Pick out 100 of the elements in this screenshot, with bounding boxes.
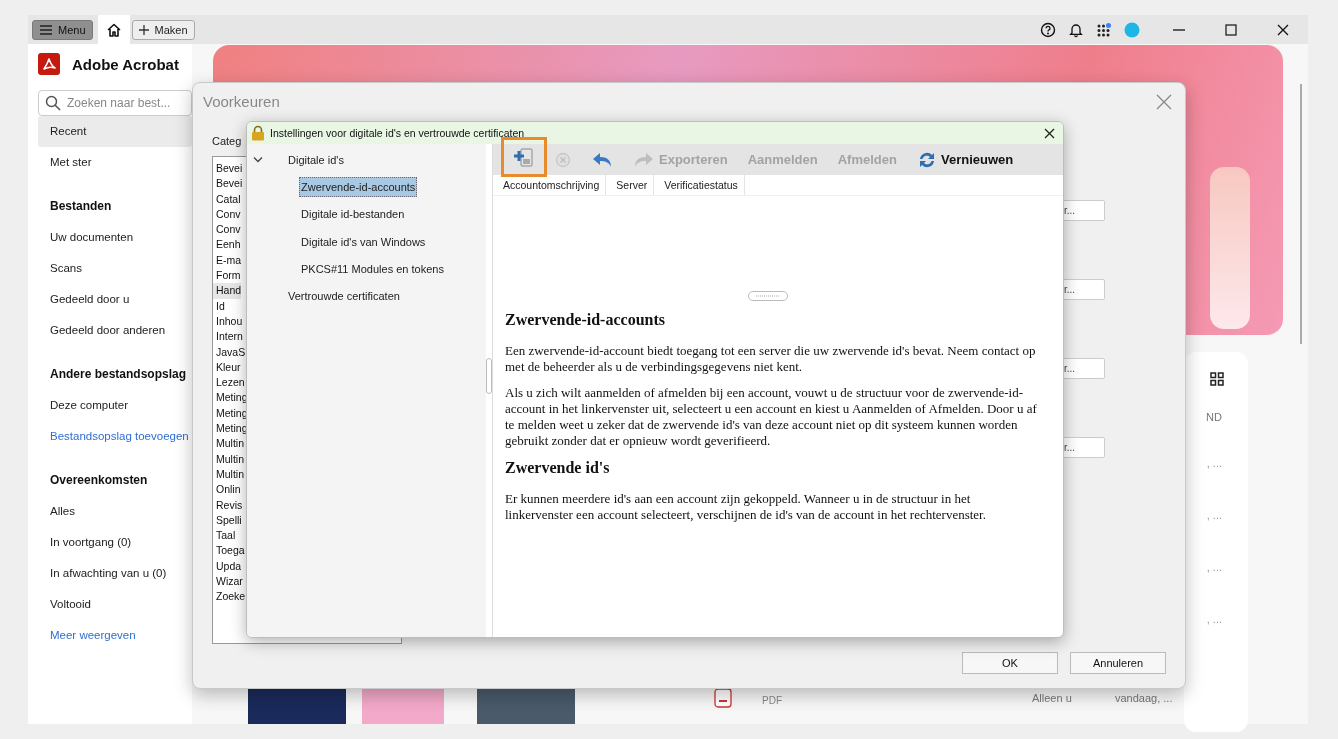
help-heading: Zwervende id's bbox=[505, 459, 611, 477]
file-date: vandaag, ... bbox=[1115, 692, 1173, 704]
dialog-title: Instellingen voor digitale id's en vertrouwde certificaten bbox=[270, 127, 526, 139]
apps-icon[interactable] bbox=[1096, 21, 1112, 38]
category-item[interactable]: Eenh bbox=[213, 237, 241, 253]
search-field[interactable]: Zoeken naar best... bbox=[38, 90, 192, 116]
category-item[interactable]: Lezen bbox=[213, 375, 245, 391]
search-icon bbox=[45, 95, 61, 111]
create-button[interactable]: Maken bbox=[131, 19, 195, 40]
home-icon bbox=[105, 21, 122, 38]
tree-item[interactable]: Digitale id's bbox=[286, 149, 346, 170]
document-thumbnail[interactable] bbox=[248, 687, 346, 724]
category-item[interactable]: Spelli bbox=[213, 512, 242, 529]
sidebar-item[interactable]: Voltooid bbox=[38, 589, 192, 620]
maximize-icon[interactable] bbox=[1224, 22, 1238, 37]
menu-button[interactable]: Menu bbox=[32, 19, 93, 40]
sidebar-item[interactable]: Uw documenten bbox=[38, 222, 192, 253]
help-paragraph: Er kunnen meerdere id's aan een account zijn gekoppeld. Wanneer u in de structuur in het linkervenster een account selecteert, verschijnen de id's van de account in het rechtervenster. bbox=[505, 491, 987, 523]
category-item[interactable]: Conv bbox=[213, 222, 241, 238]
close-icon[interactable] bbox=[1044, 127, 1055, 139]
column-header[interactable]: Accountomschrijving bbox=[493, 175, 607, 195]
section-heading: Overeenkomsten bbox=[49, 472, 149, 489]
tree-item[interactable]: PKCS#11 Modules en tokens bbox=[299, 258, 446, 279]
close-icon[interactable] bbox=[1276, 22, 1290, 37]
category-item[interactable]: Catal bbox=[213, 191, 241, 207]
sidebar-item[interactable]: Recent bbox=[38, 116, 192, 147]
tree-item[interactable]: Zwervende-id-accounts bbox=[299, 176, 418, 197]
sidebar-link[interactable]: Bestandsopslag toevoegen bbox=[38, 421, 192, 452]
forward-arrow-icon bbox=[633, 150, 655, 169]
help-paragraph: Als u zich wilt aanmelden of afmelden bij een account, vouwt u de structuur voor de zwervende-id-account in het linkervenster uit, selecteert u een account en kiest u Aanmelden of Afmelden. Door u af te melden weet u zeker dat de zwervende id's van deze account niet op dit systeem kunnen worden gebruikt zonder dat er opnieuw wordt geverifieerd. bbox=[505, 385, 1038, 449]
back-arrow-icon bbox=[591, 150, 613, 169]
lock-icon bbox=[251, 125, 265, 141]
sidebar-item[interactable]: In afwachting van u (0) bbox=[38, 558, 192, 589]
acrobat-logo-icon bbox=[38, 53, 60, 75]
app-title: Adobe Acrobat bbox=[72, 55, 179, 73]
category-item[interactable]: Multin bbox=[213, 466, 244, 483]
category-item[interactable]: Bevei bbox=[213, 161, 243, 177]
plus-icon bbox=[138, 24, 149, 35]
file-date: , ... bbox=[1206, 509, 1222, 523]
grid-view-icon[interactable] bbox=[1210, 372, 1224, 386]
pdf-file-icon bbox=[713, 688, 733, 708]
sidebar-item[interactable]: Deze computer bbox=[38, 390, 192, 421]
remove-icon bbox=[555, 151, 571, 168]
category-item[interactable]: Toega bbox=[213, 543, 245, 559]
section-heading: Andere bestandsopslag bbox=[49, 366, 188, 383]
category-item[interactable]: Zoeke bbox=[213, 589, 246, 605]
sidebar-item[interactable]: Scans bbox=[38, 253, 192, 284]
dialog-title: Voorkeuren bbox=[203, 93, 280, 110]
category-item[interactable]: Hand bbox=[213, 283, 242, 299]
category-item[interactable]: Onlin bbox=[213, 482, 241, 498]
tree-item[interactable]: Digitale id-bestanden bbox=[299, 204, 407, 225]
toolbar-button[interactable]: Vernieuwen bbox=[906, 144, 1024, 175]
category-item[interactable]: Kleur bbox=[213, 359, 241, 376]
splitter-handle-icon[interactable] bbox=[748, 291, 788, 301]
help-icon[interactable] bbox=[1040, 21, 1056, 38]
sidebar-item[interactable]: Met ster bbox=[38, 147, 192, 178]
home-tab[interactable] bbox=[97, 15, 130, 44]
category-item[interactable]: Bevei bbox=[213, 176, 243, 192]
scrollbar[interactable] bbox=[1300, 84, 1302, 344]
categories-label: Categ bbox=[212, 135, 242, 147]
category-item[interactable]: E-ma bbox=[213, 252, 242, 269]
category-item[interactable]: JavaS bbox=[213, 344, 246, 360]
category-item[interactable]: Form bbox=[213, 268, 241, 284]
file-owner: Alleen u bbox=[1032, 692, 1072, 704]
file-type: PDF bbox=[762, 695, 782, 706]
category-item[interactable]: Conv bbox=[213, 206, 241, 223]
sidebar-item[interactable]: Gedeeld door u bbox=[38, 284, 192, 315]
dialog-button[interactable]: OK bbox=[962, 652, 1058, 674]
sidebar-link[interactable]: Meer weergeven bbox=[38, 620, 192, 651]
category-item[interactable]: Taal bbox=[213, 528, 236, 544]
dialog-button[interactable]: Annuleren bbox=[1070, 652, 1166, 674]
sidebar-item[interactable]: Gedeeld door anderen bbox=[38, 315, 192, 346]
splitter-handle-icon[interactable] bbox=[486, 357, 492, 394]
category-item[interactable]: Revis bbox=[213, 497, 243, 513]
document-thumbnail[interactable] bbox=[362, 687, 444, 724]
sidebar-item[interactable]: In voortgang (0) bbox=[38, 527, 192, 558]
category-item[interactable]: Multin bbox=[213, 436, 244, 452]
tree-item[interactable]: Digitale id's van Windows bbox=[299, 231, 428, 252]
category-item[interactable]: Multin bbox=[213, 451, 244, 467]
file-date: , ... bbox=[1206, 613, 1222, 627]
help-paragraph: Een zwervende-id-account biedt toegang tot een server die uw zwervende id's bevat. Neem contact op met de beheerder als u de verbindingsgegevens niet kent. bbox=[505, 343, 1037, 375]
chevron-icon[interactable] bbox=[253, 156, 263, 164]
section-heading: Bestanden bbox=[49, 198, 113, 215]
file-date: , ... bbox=[1206, 561, 1222, 575]
category-item[interactable]: Upda bbox=[213, 558, 242, 574]
menu-icon bbox=[39, 23, 53, 36]
help-heading: Zwervende-id-accounts bbox=[505, 311, 666, 329]
bell-icon[interactable] bbox=[1068, 21, 1084, 38]
toolbar-icon-button[interactable] bbox=[503, 138, 545, 175]
category-item[interactable]: Inhou bbox=[213, 313, 243, 330]
category-item[interactable]: Intern bbox=[213, 329, 243, 345]
column-header[interactable]: Server bbox=[606, 175, 655, 195]
category-item[interactable]: Wizar bbox=[213, 574, 243, 590]
category-item[interactable]: Id bbox=[213, 298, 225, 314]
sidebar-item[interactable]: Alles bbox=[38, 496, 192, 527]
photo-placeholder[interactable] bbox=[477, 687, 575, 724]
column-header: ND bbox=[1206, 411, 1222, 423]
column-header[interactable]: Verificatiestatus bbox=[654, 175, 745, 195]
file-date: , ... bbox=[1206, 457, 1222, 471]
tree-item[interactable]: Vertrouwde certificaten bbox=[286, 286, 402, 307]
